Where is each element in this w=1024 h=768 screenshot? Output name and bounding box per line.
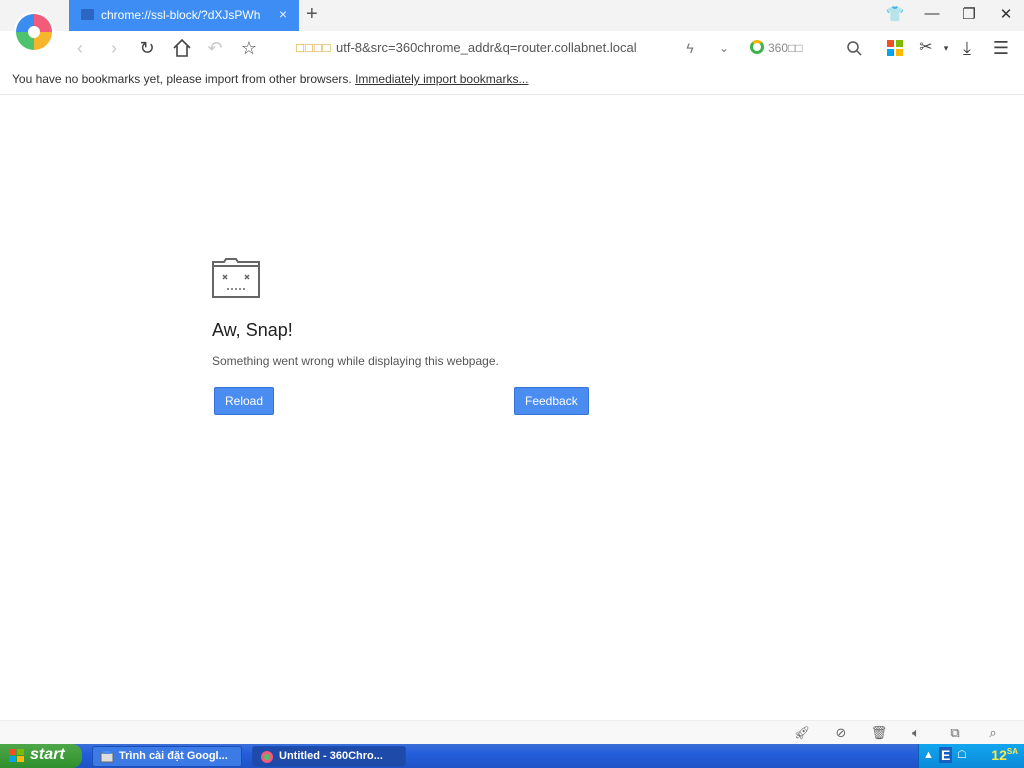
navigation-toolbar: ‹ › ↻ ↶ ☆ □□□□ utf-8&src=360chrome_addr&…	[0, 31, 1024, 65]
scissors-dropdown-icon[interactable]: ▾	[935, 37, 957, 59]
undo-close-icon[interactable]: ↶	[204, 37, 226, 59]
tab-close-icon[interactable]: ×	[279, 6, 287, 22]
status-bar: 🚀︎ ⊘ 🗑︎ 🔈︎ ⧉ ⌕	[0, 720, 1024, 744]
trash-icon[interactable]: 🗑︎	[870, 725, 888, 741]
taskbar: start Trình cài đặt Googl... Untitled - …	[0, 744, 1024, 768]
volume-icon[interactable]: 🔈︎	[907, 725, 925, 741]
browser-task-icon	[261, 751, 273, 763]
chevron-down-icon[interactable]: ⌄	[713, 37, 735, 59]
tray-up-arrow-icon[interactable]: ▲	[923, 749, 934, 761]
address-prefix: □□□□	[296, 40, 332, 55]
tab-strip: chrome://ssl-block/?dXJsPWh × + 👕 — ❐ ✕	[0, 0, 1024, 52]
bookmarks-empty-message: You have no bookmarks yet, please import…	[12, 72, 356, 86]
search-icon[interactable]	[843, 37, 865, 59]
task-label: Untitled - 360Chro...	[279, 750, 383, 762]
page-content: Aw, Snap! Something went wrong while dis…	[0, 96, 1024, 720]
search-engine-label: 360□□	[768, 41, 803, 55]
accelerate-icon[interactable]: ⊘	[832, 725, 850, 741]
forward-icon[interactable]: ›	[103, 37, 125, 59]
screenshot-scissors-icon[interactable]: ✂	[915, 37, 937, 59]
apps-grid-icon[interactable]	[884, 37, 906, 59]
search-engine-selector[interactable]: 360□□	[750, 40, 803, 55]
tab-title: chrome://ssl-block/?dXJsPWh	[101, 8, 261, 22]
bookmarks-bar: You have no bookmarks yet, please import…	[0, 65, 1024, 95]
network-icon[interactable]: ☖	[957, 748, 967, 761]
restore-button[interactable]: ❐	[957, 5, 981, 27]
feedback-button[interactable]: Feedback	[514, 387, 589, 415]
zoom-icon[interactable]: ⌕	[984, 725, 1002, 741]
error-heading: Aw, Snap!	[212, 320, 293, 340]
minimize-button[interactable]: —	[920, 5, 944, 27]
close-window-button[interactable]: ✕	[994, 5, 1018, 27]
browser-logo-icon[interactable]	[8, 6, 60, 58]
reload-button[interactable]: Reload	[214, 387, 275, 415]
clock[interactable]: 12SA	[991, 747, 1018, 763]
window-icon[interactable]: ⧉	[946, 725, 964, 741]
system-tray: ▲ E ☖ 12SA	[918, 744, 1024, 768]
refresh-icon[interactable]: ↻	[136, 37, 158, 59]
rocket-icon[interactable]: 🚀︎	[793, 725, 811, 741]
skin-icon[interactable]: 👕	[883, 5, 907, 27]
download-icon[interactable]: ⤓	[956, 37, 978, 59]
home-icon[interactable]	[171, 37, 193, 59]
import-bookmarks-link[interactable]: Immediately import bookmarks...	[355, 72, 528, 86]
start-button[interactable]: start	[0, 744, 82, 768]
taskbar-item-installer[interactable]: Trình cài đặt Googl...	[92, 746, 242, 767]
address-bar[interactable]: □□□□ utf-8&src=360chrome_addr&q=router.c…	[286, 34, 740, 62]
search-engine-icon	[750, 40, 764, 54]
new-tab-button[interactable]: +	[306, 3, 318, 26]
back-icon[interactable]: ‹	[69, 37, 91, 59]
task-label: Trình cài đặt Googl...	[119, 750, 228, 762]
installer-icon	[100, 751, 114, 763]
clock-suffix: SA	[1006, 747, 1018, 756]
error-description: Something went wrong while displaying th…	[212, 354, 499, 368]
lightning-icon[interactable]: ϟ	[679, 37, 701, 59]
clock-time: 12	[991, 747, 1007, 763]
start-label: start	[30, 746, 65, 763]
bookmark-star-icon[interactable]: ☆	[238, 37, 260, 59]
browser-window: chrome://ssl-block/?dXJsPWh × + 👕 — ❐ ✕ …	[0, 0, 1024, 744]
sad-tab-icon	[212, 258, 260, 298]
url-text[interactable]: utf-8&src=360chrome_addr&q=router.collab…	[336, 40, 670, 55]
page-favicon-icon	[81, 9, 94, 20]
windows-flag-icon	[9, 749, 24, 762]
taskbar-item-browser[interactable]: Untitled - 360Chro...	[252, 746, 406, 767]
tab-active[interactable]: chrome://ssl-block/?dXJsPWh ×	[69, 0, 299, 31]
language-indicator[interactable]: E	[939, 747, 953, 763]
menu-icon[interactable]: ☰	[990, 37, 1012, 59]
